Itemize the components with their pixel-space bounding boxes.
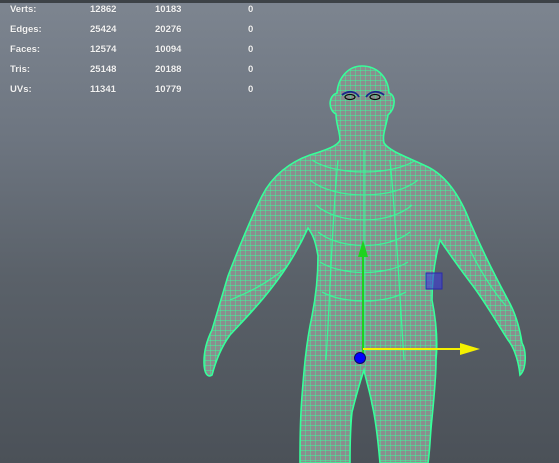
pivot-point-icon[interactable] [354, 352, 366, 364]
x-axis-arrow-icon[interactable] [460, 343, 480, 355]
viewport-3d[interactable] [0, 0, 559, 463]
character-mesh[interactable] [190, 60, 540, 463]
scale-handle-icon[interactable] [425, 272, 443, 290]
